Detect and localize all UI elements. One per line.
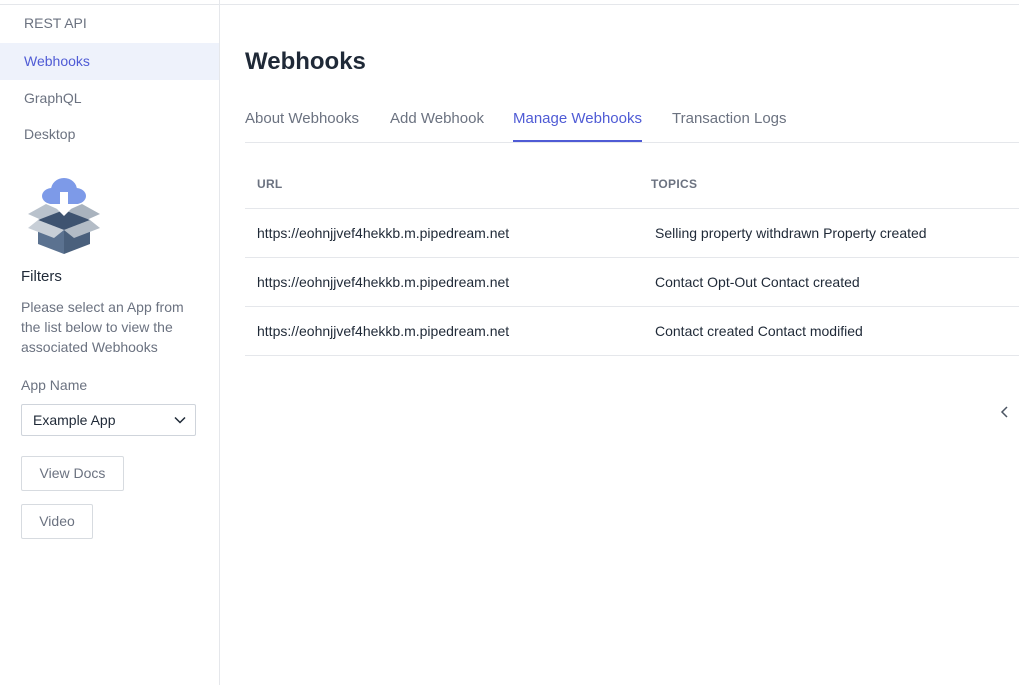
app-name-selected-value: Example App — [33, 412, 116, 428]
app-name-label: App Name — [21, 377, 88, 393]
webhook-url: https://eohnjjvef4hekkb.m.pipedream.net — [257, 225, 510, 241]
page-title: Webhooks — [245, 48, 366, 75]
tab-transaction-logs[interactable]: Transaction Logs — [672, 100, 787, 142]
webhooks-table: URL TOPICS https://eohnjjvef4hekkb.m.pip… — [245, 160, 1019, 356]
tab-manage-webhooks[interactable]: Manage Webhooks — [513, 100, 642, 142]
column-header-topics: TOPICS — [651, 177, 698, 191]
tab-about-webhooks[interactable]: About Webhooks — [245, 100, 359, 142]
sidebar-item-desktop[interactable]: Desktop — [0, 116, 219, 153]
webhook-url: https://eohnjjvef4hekkb.m.pipedream.net — [257, 323, 510, 339]
tab-add-webhook[interactable]: Add Webhook — [390, 100, 484, 142]
app-name-select[interactable]: Example App — [21, 404, 196, 436]
chevron-down-icon — [174, 416, 186, 424]
table-header: URL TOPICS — [245, 160, 1019, 209]
video-button[interactable]: Video — [21, 504, 93, 539]
sidebar: REST API Webhooks GraphQL Desktop Filter… — [0, 0, 220, 685]
webhook-topics: Contact Opt-Out Contact created — [655, 274, 860, 290]
table-row[interactable]: https://eohnjjvef4hekkb.m.pipedream.net … — [245, 209, 1019, 258]
filters-description: Please select an App from the list below… — [21, 299, 184, 355]
table-row[interactable]: https://eohnjjvef4hekkb.m.pipedream.net … — [245, 258, 1019, 307]
webhook-topics: Contact created Contact modified — [655, 323, 863, 339]
webhook-url: https://eohnjjvef4hekkb.m.pipedream.net — [257, 274, 510, 290]
column-header-url: URL — [257, 177, 283, 191]
chevron-left-icon[interactable] — [998, 404, 1012, 420]
filters-title: Filters — [21, 268, 62, 285]
sidebar-item-graphql[interactable]: GraphQL — [0, 80, 219, 117]
sidebar-item-rest-api[interactable]: REST API — [0, 5, 219, 42]
webhook-topics: Selling property withdrawn Property crea… — [655, 225, 927, 241]
cloud-download-box-icon — [28, 178, 100, 254]
view-docs-button[interactable]: View Docs — [21, 456, 124, 491]
table-row[interactable]: https://eohnjjvef4hekkb.m.pipedream.net … — [245, 307, 1019, 356]
sidebar-item-webhooks[interactable]: Webhooks — [0, 43, 219, 80]
tab-bar: About Webhooks Add Webhook Manage Webhoo… — [245, 100, 1019, 143]
